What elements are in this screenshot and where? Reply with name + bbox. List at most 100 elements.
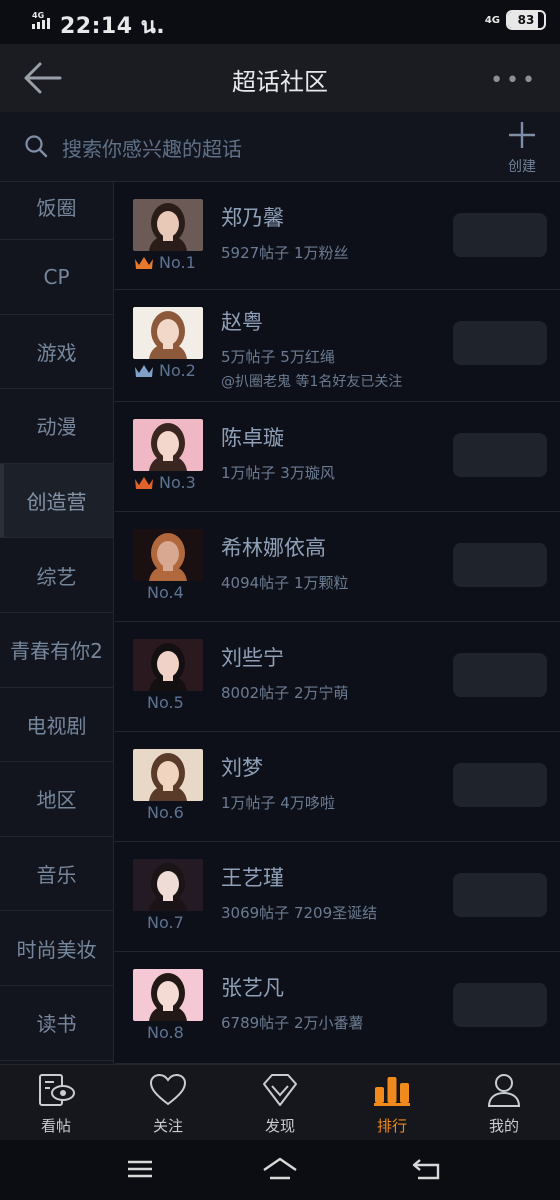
follow-button[interactable] [453,763,547,807]
community-name[interactable]: 张艺凡 [221,972,284,1002]
avatar[interactable] [133,859,203,911]
ranking-list: No.1 郑乃馨 5927帖子 1万粉丝 No.2 赵粤 5万帖子 5万红绳 @扒圈老鬼 等… [115,182,560,1064]
svg-text:4G: 4G [32,11,44,20]
sidebar-item-fanquan[interactable]: 饭圈 [0,182,113,240]
avatar[interactable] [133,969,203,1021]
sidebar-item-variety[interactable]: 综艺 [0,538,113,613]
avatar[interactable] [133,639,203,691]
more-options-icon[interactable]: ••• [490,68,538,93]
follow-button[interactable] [453,873,547,917]
nav-tab-discover[interactable]: 发现 [224,1065,336,1140]
app-header: 超话社区 ••• [0,44,560,112]
ranking-row[interactable]: No.8 张艺凡 6789帖子 2万小番薯 [115,952,560,1064]
follow-button[interactable] [453,983,547,1027]
sidebar-item-games[interactable]: 游戏 [0,315,113,390]
rank-badge: No.4 [133,583,223,602]
sidebar-item-chuangzaoying[interactable]: 创造营 [0,463,113,539]
community-name[interactable]: 刘些宁 [221,642,284,672]
follow-button[interactable] [453,213,547,257]
nav-label: 我的 [488,1117,519,1135]
heart-icon [149,1073,187,1106]
community-name[interactable]: 刘梦 [221,752,263,782]
ranking-row[interactable]: No.4 希林娜依高 4094帖子 1万颗粒 [115,512,560,622]
plus-icon [509,122,535,148]
community-stats: 1万帖子 3万璇风 [221,464,335,482]
search-bar: 搜索你感兴趣的超话 创建 [0,112,560,182]
rank-number: No.3 [159,473,196,492]
back-icon[interactable] [408,1154,448,1184]
search-icon [25,135,48,158]
ranking-row[interactable]: No.6 刘梦 1万帖子 4万哆啦 [115,732,560,842]
avatar[interactable] [133,199,203,251]
battery-icon: 83 [506,10,546,30]
page-title: 超话社区 [232,68,328,96]
sidebar-item-region[interactable]: 地区 [0,762,113,837]
rank-number: No.2 [159,361,196,380]
community-stats: 5927帖子 1万粉丝 [221,244,349,262]
ranking-row[interactable]: No.7 王艺瑾 3069帖子 7209圣诞结 [115,842,560,952]
sidebar-item-youth-with-you[interactable]: 青春有你2 [0,613,113,688]
ranking-row[interactable]: No.3 陈卓璇 1万帖子 3万璇风 [115,402,560,512]
avatar[interactable] [133,529,203,581]
crown-icon [135,476,153,489]
category-sidebar: 饭圈 CP 游戏 动漫 创造营 综艺 青春有你2 电视剧 地区 音乐 时尚美妆 … [0,182,114,1064]
community-name[interactable]: 赵粤 [221,306,263,336]
community-name[interactable]: 郑乃馨 [221,202,284,232]
community-stats: 8002帖子 2万宁萌 [221,684,349,702]
rank-badge: No.2 [133,361,223,380]
avatar[interactable] [133,307,203,359]
nav-label: 排行 [376,1117,407,1135]
community-stats: 4094帖子 1万颗粒 [221,574,349,592]
avatar[interactable] [133,419,203,471]
nav-tab-ranking[interactable]: 排行 [336,1065,448,1140]
crown-icon [135,364,153,377]
rank-badge: No.7 [133,913,223,932]
menu-icon[interactable] [120,1154,160,1184]
nav-label: 关注 [152,1117,183,1135]
community-stats: 5万帖子 5万红绳 [221,348,335,366]
rank-badge: No.3 [133,473,223,492]
sidebar-item-music[interactable]: 音乐 [0,837,113,912]
community-name[interactable]: 希林娜依高 [221,532,326,562]
rank-number: No.8 [147,1023,184,1042]
create-button[interactable]: 创建 [502,120,542,176]
follow-button[interactable] [453,653,547,697]
status-bar: 4G 22:14 น. 4G 83 [0,0,560,44]
ranking-row[interactable]: No.1 郑乃馨 5927帖子 1万粉丝 [115,182,560,290]
rank-number: No.7 [147,913,184,932]
sidebar-item-cp[interactable]: CP [0,240,113,315]
follow-button[interactable] [453,321,547,365]
status-time: 22:14 น. [60,14,166,39]
nav-tab-view-posts[interactable]: 看帖 [0,1065,112,1140]
avatar[interactable] [133,749,203,801]
system-navigation-bar [0,1140,560,1200]
rank-badge: No.6 [133,803,223,822]
sidebar-item-fashion-beauty[interactable]: 时尚美妆 [0,911,113,986]
sidebar-item-tv-drama[interactable]: 电视剧 [0,688,113,763]
rank-number: No.4 [147,583,184,602]
sidebar-item-reading[interactable]: 读书 [0,986,113,1061]
community-name[interactable]: 王艺瑾 [221,862,284,892]
battery-level: 83 [517,13,535,27]
follow-button[interactable] [453,543,547,587]
follow-button[interactable] [453,433,547,477]
create-label: 创建 [508,159,536,175]
ranking-row[interactable]: No.2 赵粤 5万帖子 5万红绳 @扒圈老鬼 等1名好友已关注 [115,290,560,402]
community-name[interactable]: 陈卓璇 [221,422,284,452]
community-stats: 3069帖子 7209圣诞结 [221,904,378,922]
nav-tab-profile[interactable]: 我的 [448,1065,560,1140]
home-icon[interactable] [260,1154,300,1184]
rank-number: No.1 [159,253,196,272]
rank-number: No.6 [147,803,184,822]
ranking-bars-icon [374,1077,410,1106]
rank-number: No.5 [147,693,184,712]
rank-badge: No.8 [133,1023,223,1042]
nav-label: 发现 [264,1117,295,1135]
network-type: 4G [484,14,500,26]
nav-tab-follow[interactable]: 关注 [112,1065,224,1140]
bottom-navigation: 看帖 关注 发现 排行 我的 [0,1064,560,1140]
sidebar-item-anime[interactable]: 动漫 [0,389,113,464]
profile-icon [487,1074,521,1107]
ranking-row[interactable]: No.5 刘些宁 8002帖子 2万宁萌 [115,622,560,732]
search-input[interactable]: 搜索你感兴趣的超话 [62,133,242,162]
